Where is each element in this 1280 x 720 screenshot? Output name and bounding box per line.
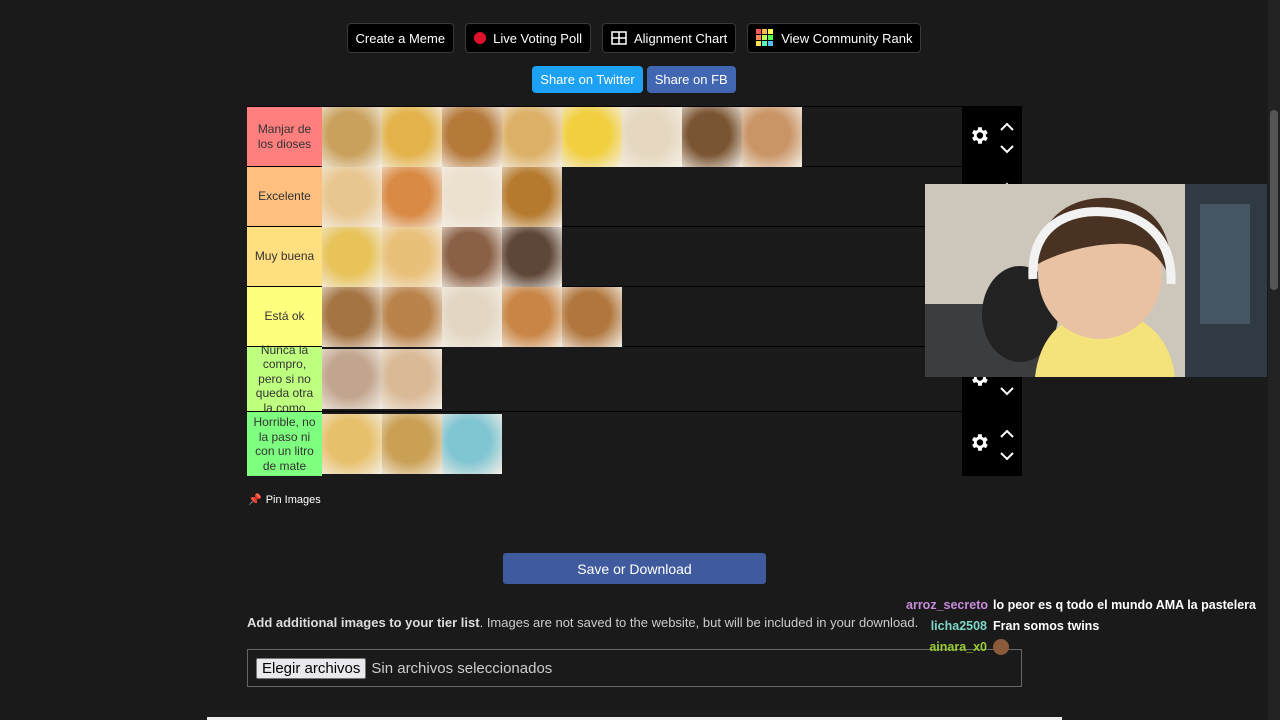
gear-icon[interactable]	[968, 432, 990, 457]
tier-label[interactable]: Manjar de los dioses	[247, 107, 322, 166]
tier-items	[322, 106, 962, 167]
tier-item-image[interactable]	[442, 286, 502, 347]
tier-item-image[interactable]	[382, 414, 442, 474]
pin-images-option[interactable]: 📌 Pin Images	[248, 493, 321, 507]
tier-controls	[962, 107, 1022, 166]
chat-message: arroz_secreto lo peor es q todo el mundo …	[906, 594, 1266, 615]
live-voting-poll-button[interactable]: Live Voting Poll	[465, 23, 591, 53]
create-meme-button[interactable]: Create a Meme	[346, 23, 455, 53]
tier-item-image[interactable]	[322, 106, 382, 167]
live-poll-label: Live Voting Poll	[493, 30, 582, 46]
tier-row: Muy buena	[247, 226, 1022, 287]
tier-row: Está ok	[247, 286, 1022, 347]
chat-message: ainara_x0	[906, 636, 1266, 657]
add-images-bold: Add additional images to your tier list	[247, 615, 480, 630]
webcam-image	[925, 184, 1267, 377]
alignment-chart-button[interactable]: Alignment Chart	[602, 23, 737, 53]
alignment-label: Alignment Chart	[634, 30, 728, 46]
tier-item-image[interactable]	[502, 166, 562, 227]
chevron-up-icon[interactable]	[1000, 427, 1014, 442]
webcam-overlay	[925, 184, 1267, 377]
grid-icon	[611, 31, 627, 45]
tier-item-image[interactable]	[502, 226, 562, 287]
tier-item-image[interactable]	[322, 414, 382, 474]
add-images-note: Add additional images to your tier list.…	[247, 615, 918, 630]
tier-item-image[interactable]	[442, 226, 502, 287]
community-rank-button[interactable]: View Community Rank	[747, 23, 922, 53]
file-status: Sin archivos seleccionados	[371, 659, 553, 677]
tier-item-image[interactable]	[442, 414, 502, 474]
tier-list: Manjar de los dioses Excelente Muy buena Es…	[247, 106, 1022, 476]
tier-controls	[962, 412, 1022, 476]
share-bar: Share on Twitter Share on FB	[0, 66, 1268, 93]
tier-item-image[interactable]	[322, 226, 382, 287]
tier-item-image[interactable]	[562, 106, 622, 167]
pushpin-icon: 📌	[248, 494, 262, 506]
emote-icon	[993, 638, 1009, 655]
share-twitter-button[interactable]: Share on Twitter	[532, 66, 643, 93]
tier-item-image[interactable]	[502, 106, 562, 167]
chevron-down-icon[interactable]	[1000, 142, 1014, 157]
choose-files-button[interactable]: Elegir archivos	[256, 657, 367, 679]
share-fb-button[interactable]: Share on FB	[646, 66, 736, 93]
tier-label[interactable]: Nunca la compro, pero si no queda otra l…	[247, 343, 322, 415]
chat-username[interactable]: ainara_x0	[906, 640, 993, 654]
gear-icon[interactable]	[968, 124, 990, 149]
tier-item-image[interactable]	[322, 349, 382, 409]
pin-images-label: Pin Images	[265, 493, 321, 506]
tier-item-image[interactable]	[322, 166, 382, 227]
tier-item-image[interactable]	[322, 286, 382, 347]
page-scrollbar[interactable]	[1268, 0, 1280, 720]
tier-row: Nunca la compro, pero si no queda otra l…	[247, 343, 1022, 415]
add-images-rest: . Images are not saved to the website, b…	[479, 615, 919, 630]
top-toolbar: Create a Meme Live Voting Poll Alignment…	[0, 23, 1268, 53]
tier-items	[322, 412, 962, 476]
chevron-up-icon[interactable]	[1000, 120, 1014, 135]
stream-chat: arroz_secreto lo peor es q todo el mundo …	[906, 594, 1266, 657]
tier-items	[322, 226, 962, 287]
chat-username[interactable]: arroz_secreto	[906, 598, 993, 612]
tier-item-image[interactable]	[622, 106, 682, 167]
community-rank-label: View Community Rank	[781, 30, 913, 46]
tier-label[interactable]: Horrible, no la paso ni con un litro de …	[247, 412, 322, 476]
chat-username[interactable]: licha2508	[906, 619, 993, 633]
tier-item-image[interactable]	[742, 106, 802, 167]
tier-row: Excelente	[247, 166, 1022, 227]
record-dot-icon	[474, 32, 487, 44]
save-download-button[interactable]: Save or Download	[503, 553, 766, 584]
tier-item-image[interactable]	[382, 286, 442, 347]
tier-item-image[interactable]	[442, 166, 502, 227]
tier-item-image[interactable]	[382, 226, 442, 287]
tier-item-image[interactable]	[682, 106, 742, 167]
tier-item-image[interactable]	[442, 106, 502, 167]
tier-label[interactable]: Muy buena	[247, 227, 322, 286]
tier-item-image[interactable]	[502, 286, 562, 347]
tier-label[interactable]: Está ok	[247, 287, 322, 346]
tier-item-image[interactable]	[382, 106, 442, 167]
chat-text: Fran somos twins	[993, 618, 1100, 633]
tier-item-image[interactable]	[382, 166, 442, 227]
tier-row: Manjar de los dioses	[247, 106, 1022, 167]
color-grid-icon	[756, 29, 774, 46]
tier-items	[322, 166, 962, 227]
tier-label[interactable]: Excelente	[247, 167, 322, 226]
tier-item-image[interactable]	[562, 286, 622, 347]
tier-row: Horrible, no la paso ni con un litro de …	[247, 411, 1022, 476]
chat-text: lo peor es q todo el mundo AMA la pastel…	[993, 597, 1257, 612]
create-meme-label: Create a Meme	[355, 30, 446, 46]
chevron-down-icon[interactable]	[1000, 384, 1014, 399]
tier-item-image[interactable]	[382, 349, 442, 409]
chat-message: licha2508 Fran somos twins	[906, 615, 1266, 636]
tier-items	[322, 286, 962, 347]
chevron-down-icon[interactable]	[1000, 449, 1014, 464]
scrollbar-thumb[interactable]	[1270, 110, 1278, 290]
tier-items	[322, 347, 962, 411]
